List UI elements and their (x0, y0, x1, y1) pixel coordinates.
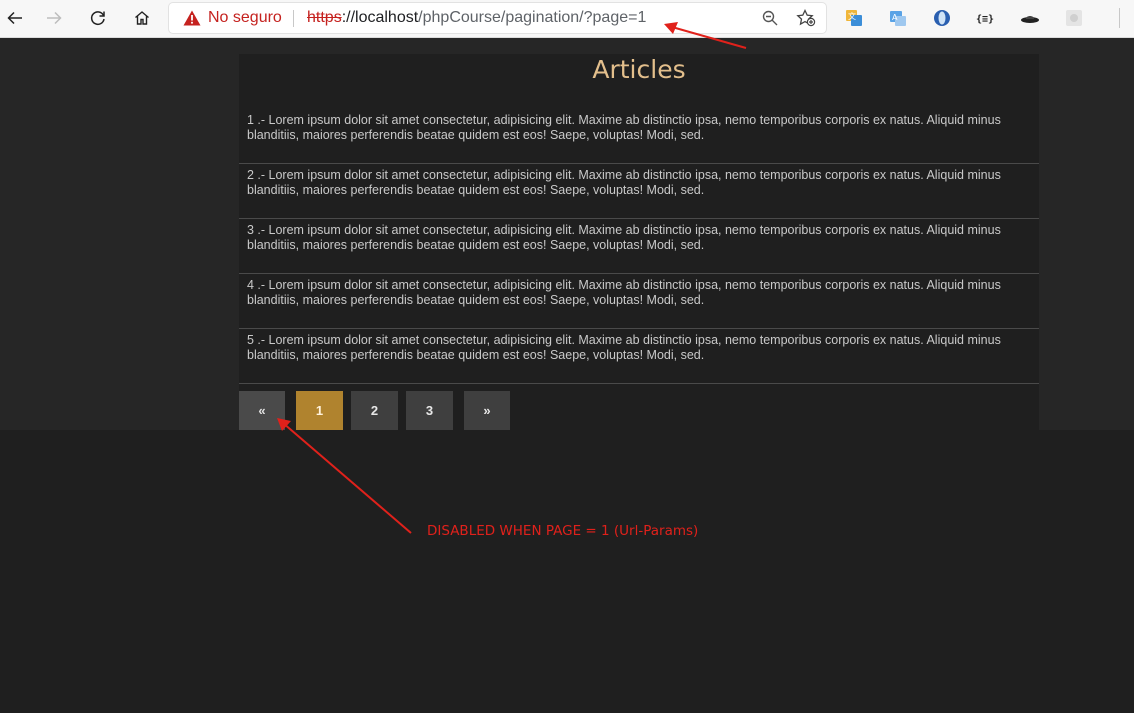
annotation-label: DISABLED WHEN PAGE = 1 (Url-Params) (427, 523, 699, 539)
prev-button-arrow (277, 418, 412, 534)
annotation-arrows (277, 22, 747, 534)
url-arrow (664, 22, 747, 49)
